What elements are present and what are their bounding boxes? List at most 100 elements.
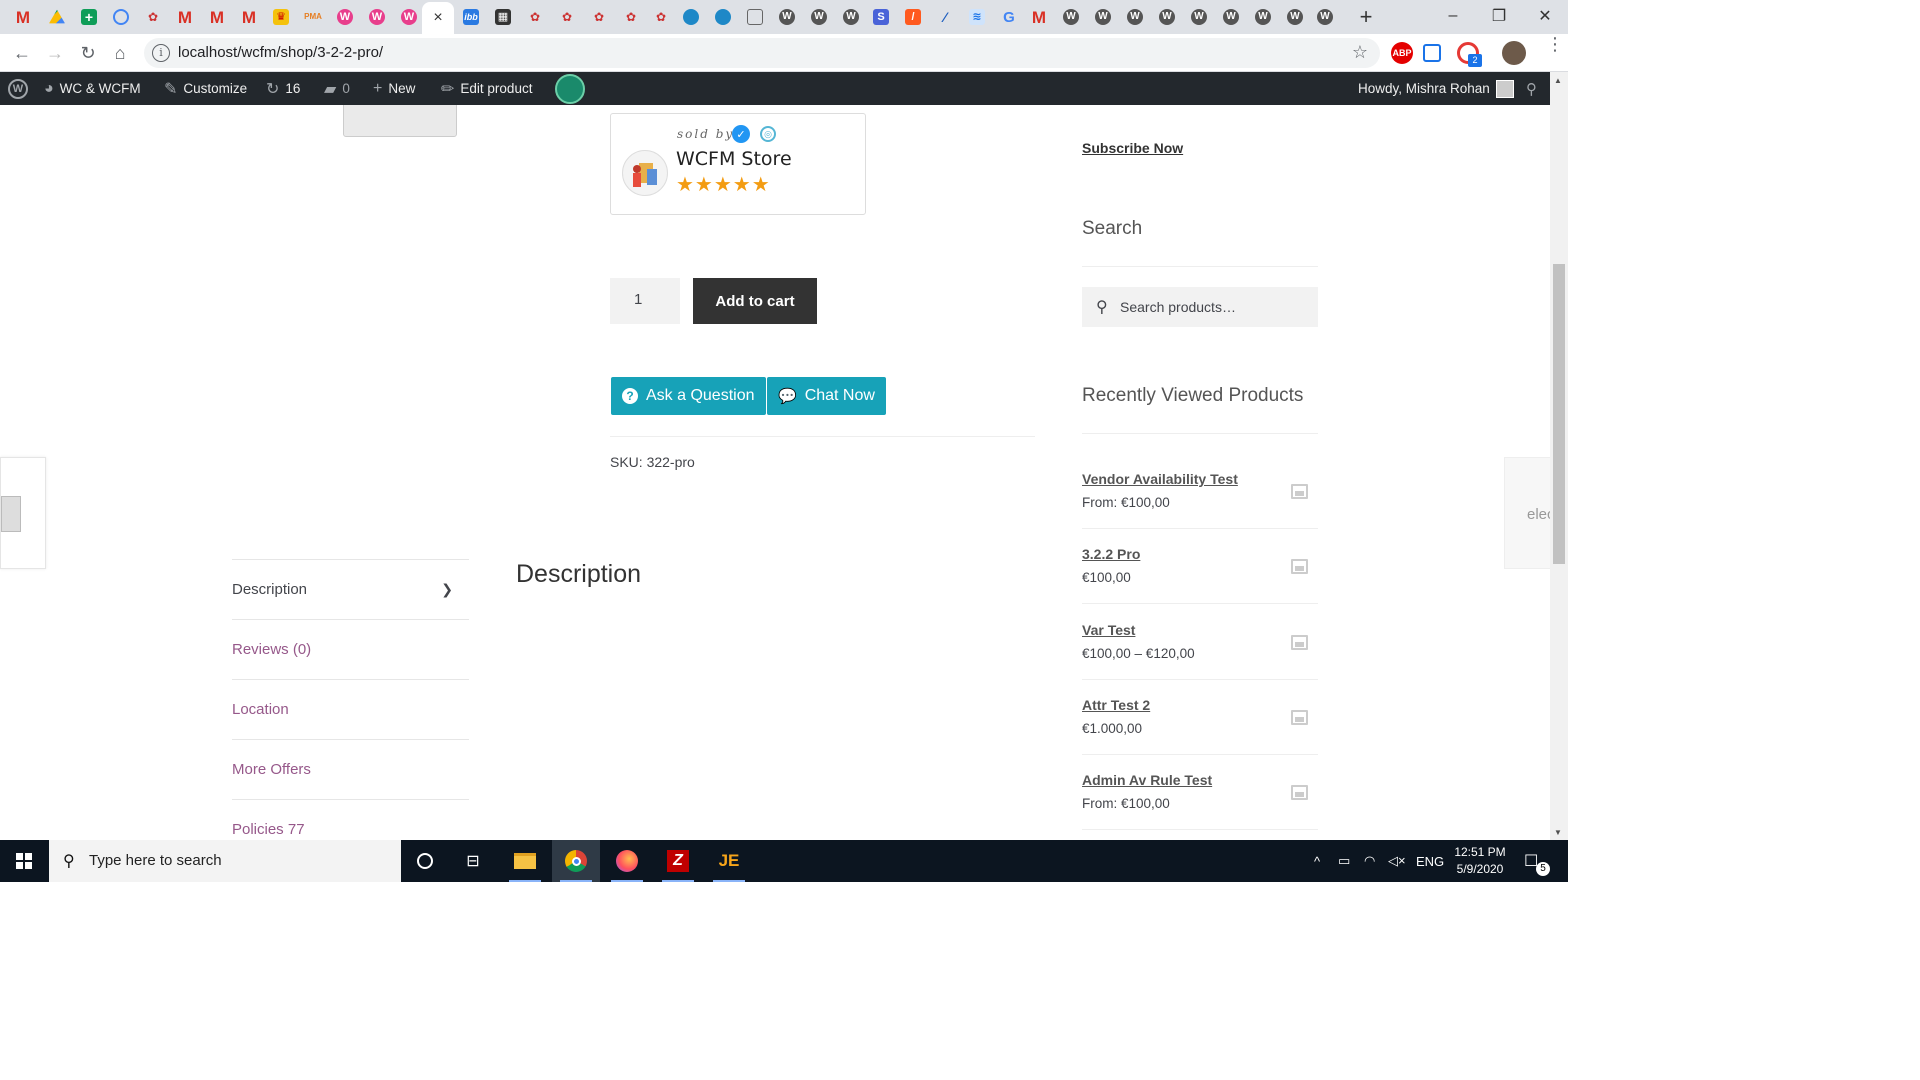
- tab-inbox[interactable]: [106, 4, 136, 30]
- tab-ibb[interactable]: ibb: [456, 4, 486, 30]
- tab-trophy[interactable]: ♛: [266, 4, 296, 30]
- firefox-icon[interactable]: [603, 840, 651, 882]
- tab-wordpress-11[interactable]: W: [1280, 4, 1310, 30]
- new-tab-button[interactable]: +: [1353, 4, 1379, 30]
- show-hidden-icons[interactable]: ^: [1314, 840, 1320, 882]
- placeholder-image-icon[interactable]: [1291, 785, 1308, 800]
- customize-link[interactable]: ✎ Customize: [164, 72, 247, 105]
- recent-product-item[interactable]: Attr Test 2 €1.000,00: [1082, 680, 1318, 755]
- recent-product-item[interactable]: Admin Av Rule Test From: €100,00: [1082, 755, 1318, 830]
- home-icon[interactable]: ⌂: [107, 40, 133, 66]
- adblock-plus-icon[interactable]: ABP: [1391, 42, 1413, 64]
- ask-question-button[interactable]: ? Ask a Question: [611, 377, 766, 415]
- recent-product-name[interactable]: Attr Test 2: [1082, 697, 1150, 713]
- chrome-icon[interactable]: [552, 840, 600, 882]
- start-button[interactable]: [0, 840, 48, 882]
- placeholder-image-icon[interactable]: [1291, 484, 1308, 499]
- tab-description[interactable]: Description ❯: [232, 559, 469, 619]
- edit-product-link[interactable]: ✏ Edit product: [441, 72, 532, 105]
- scroll-down-arrow-icon[interactable]: ▼: [1554, 828, 1562, 837]
- tab-flower-2[interactable]: ✿: [520, 4, 550, 30]
- scroll-up-arrow-icon[interactable]: ▲: [1554, 76, 1562, 85]
- recent-product-name[interactable]: 3.2.2 Pro: [1082, 546, 1140, 562]
- tab-feather[interactable]: ⁄: [930, 4, 960, 30]
- tab-wordpress-5[interactable]: W: [1088, 4, 1118, 30]
- tab-wordpress-6[interactable]: W: [1120, 4, 1150, 30]
- recent-product-item[interactable]: Var Test €100,00 – €120,00: [1082, 605, 1318, 680]
- wcfm-store-icon[interactable]: [555, 72, 585, 105]
- tab-wcfm-2[interactable]: W: [362, 4, 392, 30]
- tab-active[interactable]: ×: [422, 2, 454, 34]
- close-window-button[interactable]: ✕: [1522, 0, 1568, 32]
- tab-gmail[interactable]: M: [8, 4, 38, 30]
- tab-film[interactable]: ▦: [488, 4, 518, 30]
- tab-monitor[interactable]: [740, 4, 770, 30]
- scroll-thumb[interactable]: [1553, 264, 1565, 564]
- back-arrow-icon[interactable]: ←: [9, 40, 35, 66]
- address-bar[interactable]: i localhost/wcfm/shop/3-2-2-pro/ ☆: [144, 38, 1380, 68]
- tab-flower-3[interactable]: ✿: [552, 4, 582, 30]
- comments-link[interactable]: ▰ 0: [324, 72, 350, 105]
- tab-s[interactable]: S: [866, 4, 896, 30]
- tab-location[interactable]: Location: [232, 679, 469, 739]
- product-search-input[interactable]: ⚲ Search products…: [1082, 287, 1318, 327]
- tab-wordpress-12[interactable]: W: [1310, 4, 1340, 30]
- floating-right-card[interactable]: elec: [1504, 457, 1550, 569]
- placeholder-image-icon[interactable]: [1291, 635, 1308, 650]
- site-name-link[interactable]: ◕ WC & WCFM: [44, 72, 141, 105]
- tab-wordpress-2[interactable]: W: [804, 4, 834, 30]
- tab-wordpress-3[interactable]: W: [836, 4, 866, 30]
- my-account-link[interactable]: Howdy, Mishra Rohan: [1358, 72, 1514, 105]
- subscribe-now-link[interactable]: Subscribe Now: [1082, 140, 1183, 156]
- file-explorer-icon[interactable]: [501, 840, 549, 882]
- tab-policies[interactable]: Policies 77: [232, 799, 469, 840]
- wordpress-logo-icon[interactable]: W: [8, 72, 28, 105]
- tab-flower-6[interactable]: ✿: [646, 4, 676, 30]
- recent-product-item[interactable]: Vendor Availability Test From: €100,00: [1082, 454, 1318, 529]
- placeholder-image-icon[interactable]: [1291, 710, 1308, 725]
- tab-gmail-3[interactable]: M: [202, 4, 232, 30]
- tab-globe[interactable]: [676, 4, 706, 30]
- system-clock[interactable]: 12:51 PM 5/9/2020: [1452, 844, 1508, 878]
- tab-gmail-5[interactable]: M: [1024, 4, 1054, 30]
- placeholder-image-icon[interactable]: [1291, 559, 1308, 574]
- task-view-icon[interactable]: ⊟: [449, 840, 497, 882]
- forward-arrow-icon[interactable]: →: [42, 40, 68, 66]
- browser-menu-icon[interactable]: ⋮: [1546, 35, 1564, 53]
- tab-globe-2[interactable]: [708, 4, 738, 30]
- tab-reviews[interactable]: Reviews (0): [232, 619, 469, 679]
- notifications-icon[interactable]: ☐: [1524, 840, 1538, 882]
- tab-flower-5[interactable]: ✿: [616, 4, 646, 30]
- tab-translate[interactable]: ≋: [962, 4, 992, 30]
- minimize-button[interactable]: –: [1430, 0, 1476, 32]
- close-tab-icon[interactable]: ×: [433, 9, 442, 27]
- updates-link[interactable]: ↻ 16: [266, 72, 300, 105]
- tab-google[interactable]: G: [994, 4, 1024, 30]
- filezilla-icon[interactable]: Z: [654, 840, 702, 882]
- profile-avatar[interactable]: [1502, 41, 1526, 65]
- jetbrains-icon[interactable]: JE: [705, 840, 753, 882]
- tab-flower[interactable]: ✿: [138, 4, 168, 30]
- tab-wordpress-4[interactable]: W: [1056, 4, 1086, 30]
- tab-wcfm-3[interactable]: W: [394, 4, 424, 30]
- tab-wordpress-7[interactable]: W: [1152, 4, 1182, 30]
- tab-wordpress-10[interactable]: W: [1248, 4, 1278, 30]
- screenshot-extension-icon[interactable]: [1423, 44, 1441, 62]
- quantity-input[interactable]: 1: [610, 278, 680, 324]
- floating-product-card[interactable]: [0, 457, 46, 569]
- tab-drive[interactable]: [42, 4, 72, 30]
- tab-gmail-2[interactable]: M: [170, 4, 200, 30]
- store-name-link[interactable]: WCFM Store: [676, 148, 792, 170]
- recent-product-name[interactable]: Vendor Availability Test: [1082, 471, 1238, 487]
- new-content-link[interactable]: + New: [373, 72, 415, 105]
- recent-product-name[interactable]: Admin Av Rule Test: [1082, 772, 1212, 788]
- admin-search-icon[interactable]: ⚲: [1526, 72, 1537, 105]
- recent-product-item[interactable]: 3.2.2 Pro €100,00: [1082, 529, 1318, 604]
- volume-muted-icon[interactable]: ◁×: [1388, 840, 1406, 882]
- tab-wordpress-8[interactable]: W: [1184, 4, 1214, 30]
- url-text[interactable]: localhost/wcfm/shop/3-2-2-pro/: [178, 44, 383, 61]
- tab-more-offers[interactable]: More Offers: [232, 739, 469, 799]
- battery-icon[interactable]: ▭: [1338, 840, 1350, 882]
- tab-wordpress[interactable]: W: [772, 4, 802, 30]
- tab-flower-4[interactable]: ✿: [584, 4, 614, 30]
